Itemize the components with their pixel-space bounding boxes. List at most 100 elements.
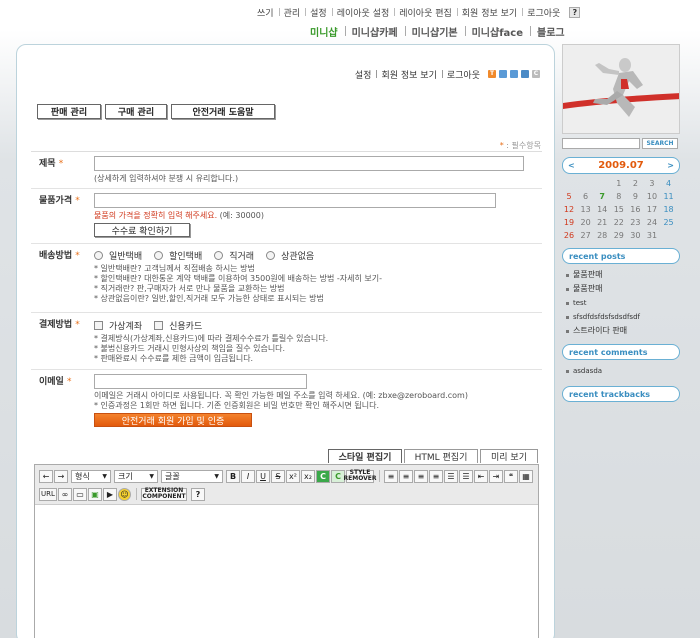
editor-content-area[interactable] [35,505,538,638]
calendar-day[interactable]: 31 [645,229,659,242]
emoticon-icon[interactable]: ☺ [118,487,131,501]
box-icon[interactable]: ▭ [73,487,87,501]
safe-trade-signup-button[interactable]: 안전거래 회원 가입 및 인증 [94,413,252,427]
underline-button[interactable]: U [256,469,270,483]
calendar-day[interactable]: 21 [595,216,609,229]
tab-minishop-face[interactable]: 미니샵face [464,24,530,39]
header-link-member-info[interactable]: 회원 정보 보기 [376,68,441,81]
calendar-day[interactable]: 5 [562,190,576,203]
top-link-member-info[interactable]: 회원 정보 보기 [456,6,522,19]
calendar-day[interactable]: 30 [628,229,642,242]
radio-icon[interactable] [266,251,276,260]
top-link-manage[interactable]: 관리 [278,6,306,19]
tab-preview[interactable]: 미리 보기 [480,449,538,463]
align-left-icon[interactable]: ≡ [384,469,398,483]
recent-comment-item[interactable]: asdasda [566,364,680,378]
recent-post-item[interactable]: test [566,296,680,310]
calendar-day[interactable]: 13 [579,203,593,216]
tab-style-editor[interactable]: 스타일 편집기 [328,449,402,463]
calendar-day[interactable]: 27 [579,229,593,242]
tab-minishop-basic[interactable]: 미니샵기본 [404,24,465,39]
calendar-day[interactable]: 1 [612,177,626,190]
align-center-icon[interactable]: ≡ [399,469,413,483]
unordered-list-icon[interactable]: ☰ [459,469,473,483]
font-color-icon[interactable]: C [316,469,330,483]
calendar-day[interactable]: 6 [579,190,593,203]
top-link-logout[interactable]: 로그아웃 [522,6,565,19]
recent-post-item[interactable]: sfsdfdsfdsfsdsdfsdf [566,310,680,324]
image-icon[interactable]: ▣ [88,487,102,501]
calendar-day[interactable]: 4 [662,177,676,190]
indent-icon[interactable]: ⇥ [489,469,503,483]
radio-icon[interactable] [94,251,103,260]
calendar-day[interactable]: 3 [645,177,659,190]
top-link-layout-edit[interactable]: 레이아웃 편집 [394,6,457,19]
calendar-day[interactable]: 14 [595,203,609,216]
subscript-button[interactable]: x₂ [301,469,315,483]
calendar-day[interactable]: 2 [628,177,642,190]
orange-t-icon[interactable]: T [488,70,496,78]
sales-manage-button[interactable]: 판매 관리 [37,104,101,119]
calendar-day[interactable]: 24 [645,216,659,229]
calendar-next-icon[interactable]: > [667,161,674,170]
tab-minishop[interactable]: 미니샵 [303,24,345,39]
media-icon[interactable]: ▶ [103,487,117,501]
outdent-icon[interactable]: ⇤ [474,469,488,483]
top-link-settings[interactable]: 설정 [305,6,332,19]
calendar-day[interactable]: 20 [579,216,593,229]
tab-minishop-cafe[interactable]: 미니샵카페 [344,24,405,39]
format-select[interactable]: 형식 ▼ [71,469,111,483]
align-right-icon[interactable]: ≡ [414,469,428,483]
calendar-day[interactable]: 7 [595,190,609,203]
fee-check-button[interactable]: 수수료 확인하기 [94,223,190,237]
payment-option-virtual-account[interactable]: 가상계좌 [94,319,142,332]
calendar-day[interactable]: 10 [645,190,659,203]
grid-blue-icon[interactable] [499,70,507,78]
recent-post-item[interactable]: 물품판매 [566,268,680,282]
link-icon[interactable]: ∞ [58,487,72,501]
extension-component-button[interactable]: EXTENSION COMPONENT [141,487,187,501]
calendar-day[interactable]: 23 [628,216,642,229]
recent-post-item[interactable]: 물품판매 [566,282,680,296]
calendar-day[interactable]: 8 [612,190,626,203]
payment-option-credit-card[interactable]: 신용카드 [154,319,202,332]
strike-button[interactable]: S [271,469,285,483]
tab-blog[interactable]: 블로그 [530,24,572,39]
safe-trade-help-button[interactable]: 안전거래 도움말 [171,104,275,119]
radio-icon[interactable] [154,251,164,260]
purchase-manage-button[interactable]: 구매 관리 [105,104,167,119]
top-link-layout-settings[interactable]: 레이아웃 설정 [331,6,395,19]
calendar-day[interactable]: 16 [628,203,642,216]
bold-button[interactable]: B [226,469,240,483]
email-input[interactable] [94,374,307,389]
delivery-option-normal[interactable]: 일반택배 [94,249,142,262]
help-icon[interactable]: ? [569,6,581,18]
recent-post-item[interactable]: 스트라이다 판매 [566,324,680,338]
grid-blue2-icon[interactable] [510,70,518,78]
search-button[interactable]: SEARCH [642,138,678,149]
size-select[interactable]: 크기 ▼ [114,469,158,483]
calendar-prev-icon[interactable]: < [568,161,575,170]
calendar-day[interactable]: 18 [662,203,676,216]
calendar-day[interactable]: 25 [662,216,676,229]
calendar-day[interactable]: 11 [662,190,676,203]
style-remover-button[interactable]: STYLE REMOVER [344,469,377,483]
italic-button[interactable]: I [241,469,255,483]
redo-icon[interactable]: → [54,469,68,483]
calendar-day[interactable]: 19 [562,216,576,229]
editor-help-icon[interactable]: ? [191,487,205,501]
calendar-day[interactable]: 12 [562,203,576,216]
search-input[interactable] [562,138,640,149]
header-link-settings[interactable]: 설정 [350,68,377,81]
checkbox-icon[interactable] [94,321,103,330]
delivery-option-any[interactable]: 상관없음 [266,249,314,262]
align-justify-icon[interactable]: ≡ [429,469,443,483]
url-button[interactable]: URL [39,487,57,501]
calendar-day[interactable]: 17 [645,203,659,216]
delivery-note[interactable]: * 할인택배란? 대한통운 계약 택배를 이용하여 3500원에 배송하는 방법… [94,274,542,284]
price-input[interactable] [94,193,496,208]
superscript-button[interactable]: x² [286,469,300,483]
tab-html-editor[interactable]: HTML 편집기 [404,449,478,463]
top-link-write[interactable]: 쓰기 [252,6,279,19]
table-icon[interactable]: ▦ [519,469,533,483]
